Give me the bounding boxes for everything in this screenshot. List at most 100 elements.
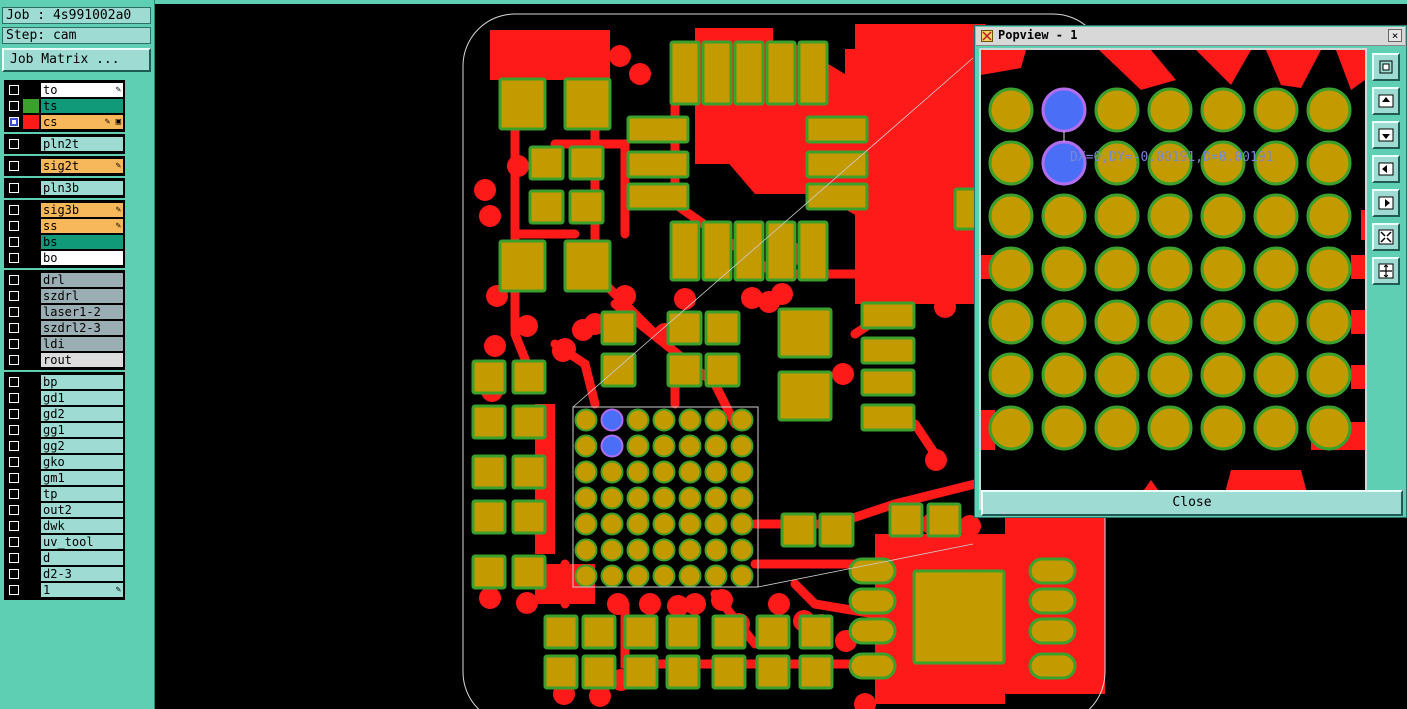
layer-row[interactable]: out2 xyxy=(6,502,123,518)
layer-name[interactable]: tp xyxy=(41,487,123,501)
layer-row[interactable]: ss ✎ xyxy=(6,218,123,234)
layer-checkbox[interactable] xyxy=(9,117,19,127)
layer-checkbox[interactable] xyxy=(9,409,19,419)
layer-color-swatch[interactable] xyxy=(23,535,39,549)
layer-color-swatch[interactable] xyxy=(23,305,39,319)
layer-color-swatch[interactable] xyxy=(23,551,39,565)
layer-name[interactable]: sig3b ✎ xyxy=(41,203,123,217)
layer-name[interactable]: pln2t xyxy=(41,137,123,151)
layer-color-swatch[interactable] xyxy=(23,583,39,597)
layer-color-swatch[interactable] xyxy=(23,487,39,501)
job-matrix-button[interactable]: Job Matrix ... xyxy=(2,48,151,72)
layer-checkbox[interactable] xyxy=(9,377,19,387)
layer-row[interactable]: cs ✎ ▣ xyxy=(6,114,123,130)
layer-color-swatch[interactable] xyxy=(23,273,39,287)
layer-checkbox[interactable] xyxy=(9,183,19,193)
layer-row[interactable]: to ✎ xyxy=(6,82,123,98)
layer-name[interactable]: gd1 xyxy=(41,391,123,405)
layer-name[interactable]: ldi xyxy=(41,337,123,351)
layer-checkbox[interactable] xyxy=(9,585,19,595)
layer-name[interactable]: ts xyxy=(41,99,123,113)
layer-row[interactable]: rout xyxy=(6,352,123,368)
layer-color-swatch[interactable] xyxy=(23,567,39,581)
pan-up-icon[interactable] xyxy=(1372,87,1400,115)
layer-name[interactable]: drl xyxy=(41,273,123,287)
layer-color-swatch[interactable] xyxy=(23,407,39,421)
layer-name[interactable]: d xyxy=(41,551,123,565)
layer-row[interactable]: 1 ✎ xyxy=(6,582,123,598)
layer-name[interactable]: szdrl xyxy=(41,289,123,303)
layer-row[interactable]: sig2t ✎ xyxy=(6,158,123,174)
popview-canvas[interactable]: DX=0,DY=-0.00191,D=0.00191 xyxy=(979,48,1367,510)
pan-left-icon[interactable] xyxy=(1372,155,1400,183)
layer-name[interactable]: gg2 xyxy=(41,439,123,453)
layer-row[interactable]: d xyxy=(6,550,123,566)
layer-checkbox[interactable] xyxy=(9,139,19,149)
layer-checkbox[interactable] xyxy=(9,253,19,263)
layer-name[interactable]: dwk xyxy=(41,519,123,533)
layer-row[interactable]: d2-3 xyxy=(6,566,123,582)
layer-color-swatch[interactable] xyxy=(23,137,39,151)
layer-name[interactable]: d2-3 xyxy=(41,567,123,581)
layer-row[interactable]: pln3b xyxy=(6,180,123,196)
layer-name[interactable]: bs xyxy=(41,235,123,249)
layer-row[interactable]: gd2 xyxy=(6,406,123,422)
layer-row[interactable]: szdrl xyxy=(6,288,123,304)
layer-row[interactable]: bs xyxy=(6,234,123,250)
layer-row[interactable]: dwk xyxy=(6,518,123,534)
layer-name[interactable]: 1 ✎ xyxy=(41,583,123,597)
zoom-in-icon[interactable] xyxy=(1372,223,1400,251)
layer-name[interactable]: gko xyxy=(41,455,123,469)
popview-close-button[interactable]: Close xyxy=(981,490,1403,516)
layer-color-swatch[interactable] xyxy=(23,99,39,113)
fit-icon[interactable] xyxy=(1372,53,1400,81)
layer-checkbox[interactable] xyxy=(9,275,19,285)
layer-name[interactable]: ss ✎ xyxy=(41,219,123,233)
layer-checkbox[interactable] xyxy=(9,221,19,231)
layer-checkbox[interactable] xyxy=(9,161,19,171)
layer-checkbox[interactable] xyxy=(9,457,19,467)
layer-color-swatch[interactable] xyxy=(23,219,39,233)
layer-row[interactable]: drl xyxy=(6,272,123,288)
layer-color-swatch[interactable] xyxy=(23,503,39,517)
layer-name[interactable]: gg1 xyxy=(41,423,123,437)
layer-checkbox[interactable] xyxy=(9,237,19,247)
layer-checkbox[interactable] xyxy=(9,521,19,531)
layer-row[interactable]: gg1 xyxy=(6,422,123,438)
layer-color-swatch[interactable] xyxy=(23,181,39,195)
layer-color-swatch[interactable] xyxy=(23,423,39,437)
layer-checkbox[interactable] xyxy=(9,355,19,365)
layer-color-swatch[interactable] xyxy=(23,375,39,389)
layer-color-swatch[interactable] xyxy=(23,471,39,485)
layer-name[interactable]: out2 xyxy=(41,503,123,517)
layer-checkbox[interactable] xyxy=(9,101,19,111)
layer-color-swatch[interactable] xyxy=(23,115,39,129)
layer-color-swatch[interactable] xyxy=(23,519,39,533)
layer-checkbox[interactable] xyxy=(9,441,19,451)
layer-checkbox[interactable] xyxy=(9,425,19,435)
layer-color-swatch[interactable] xyxy=(23,337,39,351)
layer-checkbox[interactable] xyxy=(9,553,19,563)
layer-color-swatch[interactable] xyxy=(23,235,39,249)
layer-checkbox[interactable] xyxy=(9,323,19,333)
layer-name[interactable]: gd2 xyxy=(41,407,123,421)
layer-checkbox[interactable] xyxy=(9,393,19,403)
popview-titlebar[interactable]: Popview - 1 × xyxy=(976,27,1405,46)
layer-color-swatch[interactable] xyxy=(23,353,39,367)
layer-color-swatch[interactable] xyxy=(23,321,39,335)
zoom-out-icon[interactable] xyxy=(1372,257,1400,285)
layer-name[interactable]: uv_tool xyxy=(41,535,123,549)
layer-name[interactable]: bo xyxy=(41,251,123,265)
layer-row[interactable]: ts xyxy=(6,98,123,114)
layer-checkbox[interactable] xyxy=(9,489,19,499)
layer-name[interactable]: bp xyxy=(41,375,123,389)
layer-row[interactable]: ldi xyxy=(6,336,123,352)
layer-row[interactable]: bo xyxy=(6,250,123,266)
layer-row[interactable]: tp xyxy=(6,486,123,502)
layer-name[interactable]: sig2t ✎ xyxy=(41,159,123,173)
layer-name[interactable]: to ✎ xyxy=(41,83,123,97)
layer-row[interactable]: uv_tool xyxy=(6,534,123,550)
layer-checkbox[interactable] xyxy=(9,307,19,317)
layer-name[interactable]: szdrl2-3 xyxy=(41,321,123,335)
layer-row[interactable]: szdrl2-3 xyxy=(6,320,123,336)
